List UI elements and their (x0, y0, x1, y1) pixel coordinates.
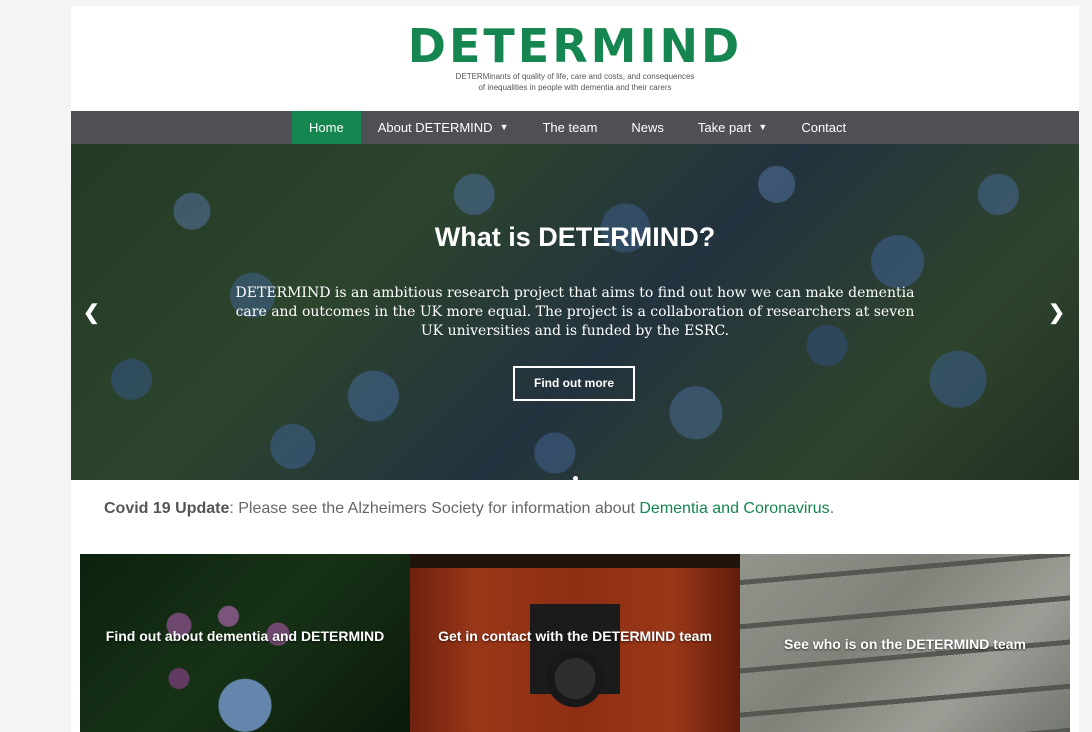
hero-description: DETERMIND is an ambitious research proje… (235, 285, 915, 339)
nav-item-team[interactable]: The team (525, 111, 614, 144)
chevron-down-icon: ▼ (758, 122, 768, 132)
feature-tiles: Find out about dementia and DETERMIND Ge… (80, 554, 1070, 732)
tagline-line-1: DETERMinants of quality of life, care an… (455, 72, 695, 81)
tile-label: Find out about dementia and DETERMIND (105, 628, 385, 644)
chevron-right-icon[interactable]: ❯ (1048, 300, 1065, 325)
tile-dementia[interactable]: Find out about dementia and DETERMIND (80, 554, 410, 732)
nav-item-label: News (631, 120, 664, 135)
site-tagline: DETERMinants of quality of life, care an… (71, 71, 1079, 93)
nav-item-label: The team (542, 120, 598, 135)
slider-dots (71, 468, 1079, 480)
hero-slider: What is DETERMIND? DETERMIND is an ambit… (71, 144, 1079, 480)
slider-dot[interactable] (572, 476, 578, 480)
tile-label: See who is on the DETERMIND team (784, 636, 1026, 652)
nav-item-label: Take part (697, 120, 752, 135)
nav-item-contact[interactable]: Contact (784, 111, 863, 144)
tile-label: Get in contact with the DETERMIND team (438, 628, 712, 644)
tagline-line-2: of inequalities in people with dementia … (478, 83, 672, 92)
chevron-left-icon[interactable]: ❮ (83, 300, 100, 325)
tile-contact[interactable]: Get in contact with the DETERMIND team (410, 554, 740, 732)
hero-title: What is DETERMIND? (434, 222, 716, 252)
main-nav: Home About DETERMIND ▼ The team News Take… (71, 111, 1079, 144)
nav-item-label: Home (309, 120, 344, 135)
nav-item-news[interactable]: News (614, 111, 681, 144)
nav-item-label: About DETERMIND (377, 120, 493, 135)
covid-update-end: . (829, 500, 835, 517)
nav-item-label: Contact (801, 120, 847, 135)
covid-update-text: : Please see the Alzheimers Society for … (229, 500, 640, 517)
tile-team[interactable]: See who is on the DETERMIND team (740, 554, 1070, 732)
site-header: DETERMIND DETERMinants of quality of lif… (71, 6, 1079, 111)
site-logo[interactable]: DETERMIND (71, 20, 1079, 72)
page: DETERMIND DETERMinants of quality of lif… (71, 6, 1079, 732)
covid-update-label: Covid 19 Update (104, 500, 230, 517)
nav-item-take-part[interactable]: Take part ▼ (681, 111, 784, 144)
dementia-coronavirus-link[interactable]: Dementia and Coronavirus (639, 500, 829, 517)
chevron-down-icon: ▼ (499, 122, 509, 132)
find-out-more-button[interactable]: Find out more (513, 366, 635, 401)
covid-update: Covid 19 Update: Please see the Alzheime… (104, 500, 834, 518)
nav-item-home[interactable]: Home (292, 111, 361, 144)
nav-item-about[interactable]: About DETERMIND ▼ (361, 111, 526, 144)
